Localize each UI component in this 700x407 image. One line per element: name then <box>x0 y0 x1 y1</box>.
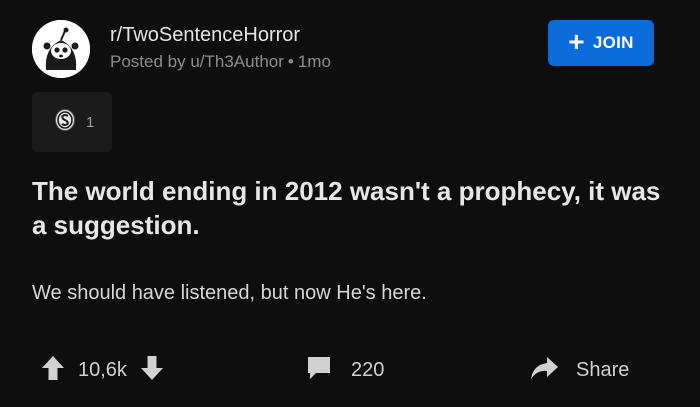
share-label: Share <box>576 358 630 381</box>
plus-icon: + <box>568 25 585 57</box>
comments-button[interactable]: 220 <box>305 350 384 390</box>
meta-separator: • <box>287 52 294 71</box>
downvote-icon[interactable] <box>139 354 165 387</box>
post-age: 1mo <box>297 52 331 71</box>
comment-icon <box>305 354 333 387</box>
award-badge[interactable]: 1 <box>32 92 112 152</box>
subreddit-avatar-icon[interactable] <box>32 20 90 78</box>
post-title[interactable]: The world ending in 2012 wasn't a prophe… <box>32 174 662 242</box>
join-button[interactable]: + JOIN <box>548 20 654 66</box>
share-button[interactable]: Share <box>528 350 629 390</box>
post-body: We should have listened, but now He's he… <box>32 282 427 304</box>
post-header: r/TwoSentenceHorror Posted by u/Th3Autho… <box>32 14 654 84</box>
subreddit-name[interactable]: r/TwoSentenceHorror <box>110 24 300 47</box>
vote-group: 10,6k <box>40 350 165 390</box>
award-count: 1 <box>86 113 95 131</box>
upvote-icon[interactable] <box>40 354 66 387</box>
post-actions: 10,6k 220 Share <box>40 350 660 390</box>
award-icon <box>54 108 76 137</box>
post-meta: Posted by u/Th3Author • 1mo <box>110 52 331 72</box>
posted-by[interactable]: Posted by u/Th3Author <box>110 52 284 71</box>
join-label: JOIN <box>592 33 634 52</box>
share-icon <box>528 354 560 387</box>
comment-count: 220 <box>351 358 385 381</box>
vote-score: 10,6k <box>78 358 127 381</box>
